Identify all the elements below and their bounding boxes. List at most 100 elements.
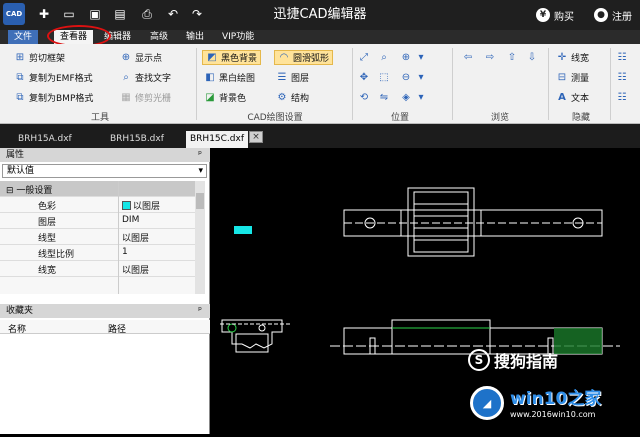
open-folder-icon[interactable]: ▭ xyxy=(62,7,76,21)
document-tabs: BRH15A.dxf BRH15B.dxf BRH15C.dxf xyxy=(0,124,640,148)
pan-button[interactable]: ⬚ xyxy=(378,70,390,85)
hide-group-label: 隐藏 xyxy=(571,113,590,123)
view-3d-button[interactable]: ◈ ▾ xyxy=(400,90,427,105)
extra-button-1[interactable]: ☷ xyxy=(616,50,628,65)
menu-advanced[interactable]: 高级 xyxy=(144,30,174,44)
show-points-button[interactable]: ⊕ 显示点 xyxy=(120,50,162,65)
undo-icon[interactable]: ↶ xyxy=(166,7,180,21)
fit-icon: ⤢ xyxy=(360,52,368,63)
clip-frame-button[interactable]: ⊞ 剪切框架 xyxy=(14,50,65,65)
rotate-icon: ⟲ xyxy=(359,92,369,103)
pan-icon: ⬚ xyxy=(379,72,389,83)
mirror-button[interactable]: ⇋ xyxy=(378,90,390,105)
arrow-down-icon: ⇩ xyxy=(527,52,537,63)
sogou-logo-icon: S xyxy=(468,349,490,371)
category-row[interactable]: ⊟ 一般设置 xyxy=(0,181,195,197)
property-key: 线型 xyxy=(38,234,57,244)
layers-button[interactable]: ☰ 图层 xyxy=(276,70,310,85)
sogou-text: 搜狗指南 xyxy=(494,352,559,371)
print-icon[interactable]: ⎙ xyxy=(140,7,154,21)
copy-emf-button[interactable]: ⧉ 复制为EMF格式 xyxy=(14,70,92,85)
buy-button[interactable]: ¥ 购买 xyxy=(536,6,574,24)
zoom-in-button[interactable]: ⊕ ▾ xyxy=(400,50,427,65)
extra-button-3[interactable]: ☷ xyxy=(616,90,628,105)
measure-button[interactable]: ⊟ 测量 xyxy=(556,70,589,85)
tab-brh15b[interactable]: BRH15B.dxf xyxy=(106,131,168,148)
find-text-label: 查找文字 xyxy=(135,74,172,84)
more-icon: ☷ xyxy=(617,92,627,103)
menu-vip[interactable]: VIP功能 xyxy=(216,30,260,44)
save-as-icon[interactable]: ▤ xyxy=(113,7,127,21)
property-row[interactable]: 图层 DIM xyxy=(0,213,195,229)
zoom-out-button[interactable]: ⊖ ▾ xyxy=(400,70,427,85)
structure-button[interactable]: ⚙ 结构 xyxy=(276,90,310,105)
separator xyxy=(196,48,197,120)
property-filter-select[interactable]: 默认值 ▾ xyxy=(2,164,207,178)
pin-icon[interactable]: ᵖ xyxy=(198,148,202,162)
more-icon: ☷ xyxy=(617,52,627,63)
arc-icon: ◠ xyxy=(279,52,289,63)
properties-header: 属性 ᵖ xyxy=(0,148,210,162)
smooth-arc-label: 圆滑弧形 xyxy=(293,54,330,64)
separator xyxy=(352,48,353,120)
trim-raster-button[interactable]: ▦ 修剪光栅 xyxy=(120,90,171,105)
property-row[interactable]: 色彩 以图层 xyxy=(0,197,195,213)
zoom-window-button[interactable]: ⌕ xyxy=(378,50,390,65)
bw-icon: ◧ xyxy=(205,72,215,83)
ribbon: ⊞ 剪切框架 ⧉ 复制为EMF格式 ⧉ 复制为BMP格式 ⊕ 显示点 ⌕ 查找文字 ▦ 修剪… xyxy=(0,44,640,124)
target-icon: ⊕ xyxy=(121,52,131,63)
find-text-button[interactable]: ⌕ 查找文字 xyxy=(120,70,171,85)
app-logo-icon[interactable]: CAD xyxy=(3,3,25,25)
save-icon[interactable]: ▣ xyxy=(88,7,102,21)
plus-icon: ✛ xyxy=(557,52,567,63)
property-scrollbar[interactable] xyxy=(195,181,205,294)
properties-panel: 属性 ᵖ 默认值 ▾ ⊟ 一般设置 色彩 以图层 图层 DIM 线型 以图层 线… xyxy=(0,148,210,434)
buy-label: 购买 xyxy=(554,11,574,23)
new-file-icon[interactable]: ✚ xyxy=(37,7,51,21)
close-tab-button[interactable]: × xyxy=(249,131,263,143)
redo-icon[interactable]: ↷ xyxy=(190,7,204,21)
move-button[interactable]: ✥ xyxy=(358,70,370,85)
browse-up-button[interactable]: ⇧ xyxy=(506,50,518,65)
property-value: 以图层 xyxy=(122,266,150,276)
user-icon: ● xyxy=(594,8,608,22)
text-button[interactable]: A 文本 xyxy=(556,90,589,105)
category-label: ⊟ 一般设置 xyxy=(6,186,53,196)
win10-url: www.2016win10.com xyxy=(510,410,596,419)
arrow-up-icon: ⇧ xyxy=(507,52,517,63)
copy-bmp-button[interactable]: ⧉ 复制为BMP格式 xyxy=(14,90,93,105)
menu-file[interactable]: 文件 xyxy=(8,30,39,44)
tab-brh15c[interactable]: BRH15C.dxf xyxy=(186,131,248,148)
browse-down-button[interactable]: ⇩ xyxy=(526,50,538,65)
line-width-button[interactable]: ✛ 线宽 xyxy=(556,50,589,65)
menu-output[interactable]: 输出 xyxy=(180,30,210,44)
search-icon: ⌕ xyxy=(123,72,129,83)
black-white-button[interactable]: ◧ 黑白绘图 xyxy=(204,70,255,85)
register-button[interactable]: ● 注册 xyxy=(594,6,632,24)
separator xyxy=(610,48,611,120)
tab-brh15a[interactable]: BRH15A.dxf xyxy=(14,131,76,148)
extra-button-2[interactable]: ☷ xyxy=(616,70,628,85)
crop-icon: ⊞ xyxy=(15,52,25,63)
smooth-arc-button[interactable]: ◠ 圆滑弧形 xyxy=(274,50,334,65)
column-path[interactable]: 路径 xyxy=(108,322,126,335)
arrow-left-icon: ⇦ xyxy=(463,52,473,63)
back-button[interactable]: ⇦ xyxy=(462,50,474,65)
forward-button[interactable]: ⇨ xyxy=(484,50,496,65)
copy-icon: ⧉ xyxy=(16,92,24,103)
rotate-button[interactable]: ⟲ xyxy=(358,90,370,105)
ruler-icon: ⊟ xyxy=(557,72,567,83)
background-color-button[interactable]: ◪ 背景色 xyxy=(204,90,246,105)
yen-icon: ¥ xyxy=(536,8,550,22)
property-row[interactable]: 线型 以图层 xyxy=(0,229,195,245)
property-row[interactable]: 线型比例 1 xyxy=(0,245,195,261)
black-background-button[interactable]: ◩ 黑色背景 xyxy=(202,50,262,65)
pin-icon[interactable]: ᵖ xyxy=(198,304,202,318)
clip-frame-label: 剪切框架 xyxy=(29,54,66,64)
palette-icon: ◪ xyxy=(205,92,215,103)
scroll-thumb[interactable] xyxy=(196,193,204,209)
property-row[interactable]: 线宽 以图层 xyxy=(0,261,195,277)
fit-extents-button[interactable]: ⤢ xyxy=(358,50,370,65)
trim-icon: ▦ xyxy=(121,92,131,103)
column-name[interactable]: 名称 xyxy=(8,322,26,335)
